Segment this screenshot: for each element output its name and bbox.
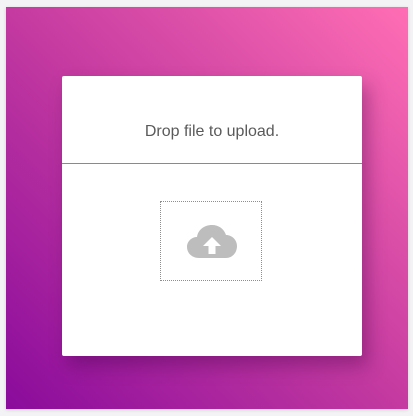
upload-card: Drop file to upload. xyxy=(62,76,362,356)
file-drop-zone[interactable] xyxy=(160,201,262,281)
upload-prompt: Drop file to upload. xyxy=(144,123,280,140)
cloud-upload-icon xyxy=(187,225,237,258)
divider xyxy=(62,163,362,164)
background-panel: Drop file to upload. xyxy=(6,7,408,409)
